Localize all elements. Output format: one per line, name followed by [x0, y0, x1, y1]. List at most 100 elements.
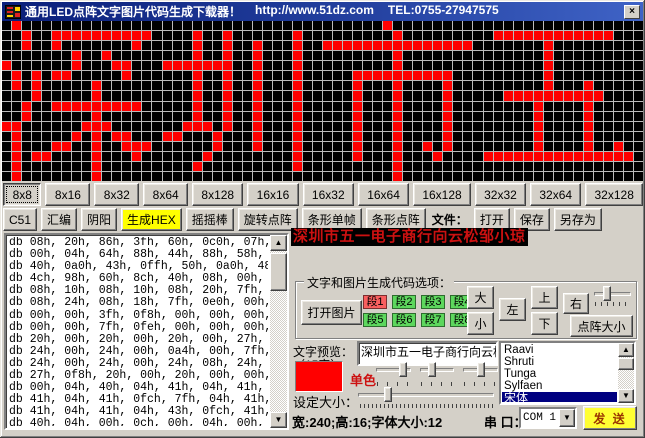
led-cell[interactable]	[373, 81, 382, 90]
led-cell[interactable]	[534, 31, 543, 40]
led-cell[interactable]	[393, 152, 402, 161]
led-cell[interactable]	[634, 132, 643, 141]
led-cell[interactable]	[62, 81, 71, 90]
led-cell[interactable]	[343, 21, 352, 30]
led-cell[interactable]	[574, 142, 583, 151]
led-cell[interactable]	[92, 31, 101, 40]
led-cell[interactable]	[393, 112, 402, 121]
led-cell[interactable]	[433, 61, 442, 70]
led-cell[interactable]	[92, 102, 101, 111]
led-cell[interactable]	[383, 31, 392, 40]
led-cell[interactable]	[122, 21, 131, 30]
led-cell[interactable]	[574, 102, 583, 111]
led-cell[interactable]	[333, 51, 342, 60]
led-cell[interactable]	[323, 41, 332, 50]
led-cell[interactable]	[504, 91, 513, 100]
led-cell[interactable]	[433, 162, 442, 171]
led-cell[interactable]	[604, 51, 613, 60]
led-cell[interactable]	[72, 61, 81, 70]
led-cell[interactable]	[52, 71, 61, 80]
led-cell[interactable]	[12, 122, 21, 131]
led-cell[interactable]	[263, 112, 272, 121]
led-cell[interactable]	[42, 172, 51, 181]
led-cell[interactable]	[203, 51, 212, 60]
led-cell[interactable]	[534, 81, 543, 90]
led-cell[interactable]	[393, 71, 402, 80]
led-cell[interactable]	[363, 71, 372, 80]
font-item-Raavi[interactable]: Raavi	[502, 344, 617, 356]
led-cell[interactable]	[343, 132, 352, 141]
led-cell[interactable]	[163, 91, 172, 100]
led-cell[interactable]	[263, 162, 272, 171]
led-cell[interactable]	[544, 112, 553, 121]
size-button-8x128[interactable]: 8x128	[192, 183, 243, 206]
led-cell[interactable]	[484, 81, 493, 90]
led-cell[interactable]	[92, 172, 101, 181]
led-cell[interactable]	[72, 102, 81, 111]
led-cell[interactable]	[443, 81, 452, 90]
led-cell[interactable]	[403, 102, 412, 111]
led-cell[interactable]	[12, 81, 21, 90]
led-cell[interactable]	[473, 91, 482, 100]
led-cell[interactable]	[213, 172, 222, 181]
led-cell[interactable]	[193, 172, 202, 181]
led-cell[interactable]	[313, 102, 322, 111]
led-cell[interactable]	[253, 102, 262, 111]
led-cell[interactable]	[52, 91, 61, 100]
led-cell[interactable]	[283, 81, 292, 90]
led-cell[interactable]	[233, 91, 242, 100]
led-cell[interactable]	[594, 71, 603, 80]
led-cell[interactable]	[313, 21, 322, 30]
led-cell[interactable]	[132, 112, 141, 121]
led-cell[interactable]	[353, 51, 362, 60]
led-cell[interactable]	[373, 142, 382, 151]
led-cell[interactable]	[92, 81, 101, 90]
led-cell[interactable]	[393, 122, 402, 131]
led-cell[interactable]	[173, 142, 182, 151]
led-cell[interactable]	[62, 122, 71, 131]
led-cell[interactable]	[604, 71, 613, 80]
led-cell[interactable]	[514, 81, 523, 90]
led-cell[interactable]	[323, 91, 332, 100]
led-cell[interactable]	[273, 41, 282, 50]
led-cell[interactable]	[132, 132, 141, 141]
led-cell[interactable]	[233, 122, 242, 131]
led-cell[interactable]	[353, 31, 362, 40]
led-cell[interactable]	[92, 132, 101, 141]
led-cell[interactable]	[193, 21, 202, 30]
led-cell[interactable]	[453, 132, 462, 141]
led-cell[interactable]	[142, 81, 151, 90]
led-cell[interactable]	[524, 21, 533, 30]
led-cell[interactable]	[223, 21, 232, 30]
led-cell[interactable]	[594, 61, 603, 70]
led-cell[interactable]	[484, 21, 493, 30]
led-cell[interactable]	[443, 41, 452, 50]
led-cell[interactable]	[453, 71, 462, 80]
led-cell[interactable]	[574, 31, 583, 40]
led-cell[interactable]	[303, 51, 312, 60]
led-cell[interactable]	[443, 122, 452, 131]
led-cell[interactable]	[22, 132, 31, 141]
led-cell[interactable]	[142, 142, 151, 151]
led-cell[interactable]	[102, 81, 111, 90]
led-cell[interactable]	[614, 112, 623, 121]
led-cell[interactable]	[253, 91, 262, 100]
led-cell[interactable]	[22, 21, 31, 30]
led-cell[interactable]	[594, 51, 603, 60]
led-cell[interactable]	[433, 51, 442, 60]
led-cell[interactable]	[92, 51, 101, 60]
led-cell[interactable]	[42, 162, 51, 171]
led-cell[interactable]	[82, 51, 91, 60]
led-cell[interactable]	[92, 122, 101, 131]
led-cell[interactable]	[293, 21, 302, 30]
led-cell[interactable]	[273, 162, 282, 171]
led-cell[interactable]	[293, 142, 302, 151]
led-cell[interactable]	[494, 41, 503, 50]
led-cell[interactable]	[102, 71, 111, 80]
led-cell[interactable]	[62, 112, 71, 121]
led-cell[interactable]	[243, 81, 252, 90]
led-cell[interactable]	[283, 132, 292, 141]
led-cell[interactable]	[213, 31, 222, 40]
led-cell[interactable]	[624, 71, 633, 80]
led-cell[interactable]	[323, 102, 332, 111]
